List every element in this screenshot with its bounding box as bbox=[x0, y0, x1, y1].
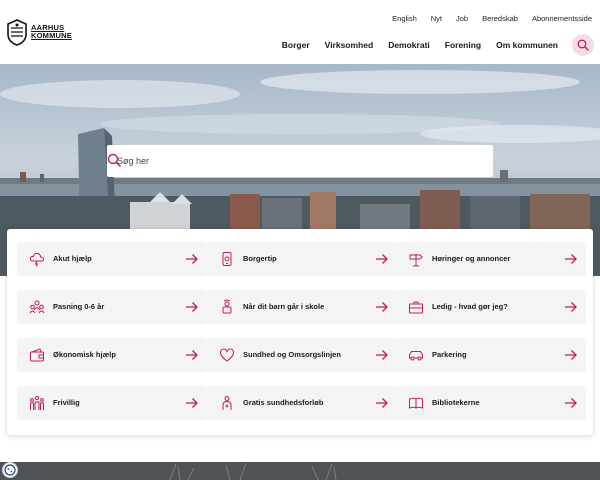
quick-link-sundhed[interactable]: Sundhed og Omsorgslinjen bbox=[207, 338, 397, 372]
cookie-settings-button[interactable] bbox=[2, 462, 18, 478]
quick-link-label: Frivillig bbox=[53, 398, 80, 407]
quick-link-frivillig[interactable]: Frivillig bbox=[17, 386, 207, 420]
quick-link-hoeringer[interactable]: Høringer og annoncer bbox=[396, 242, 586, 276]
quick-link-label: Bibliotekerne bbox=[432, 398, 480, 407]
arrow-right-icon bbox=[376, 302, 388, 312]
quick-link-label: Høringer og annoncer bbox=[432, 254, 511, 263]
school-icon bbox=[222, 299, 232, 314]
quick-link-label: Økonomisk hjælp bbox=[53, 350, 116, 359]
arrow-right-icon bbox=[565, 398, 577, 408]
arrow-right-icon bbox=[186, 302, 198, 312]
util-link-english[interactable]: English bbox=[392, 14, 417, 23]
quick-link-gratis-sundhedsforloeb[interactable]: Gratis sundhedsforløb bbox=[207, 386, 397, 420]
signpost-icon bbox=[409, 254, 423, 267]
next-section-image bbox=[0, 462, 600, 480]
quick-link-label: Borgertip bbox=[243, 254, 277, 263]
quick-link-label: Når dit barn går i skole bbox=[243, 302, 325, 311]
aarhus-kommune-logo[interactable]: AARHUS KOMMUNE bbox=[6, 18, 72, 46]
main-nav: Borger Virksomhed Demokrati Forening Om … bbox=[267, 40, 558, 50]
quick-link-skole[interactable]: Når dit barn går i skole bbox=[207, 290, 397, 324]
quick-link-bibliotekerne[interactable]: Bibliotekerne bbox=[396, 386, 586, 420]
arrow-right-icon bbox=[186, 350, 198, 360]
storm-cloud-icon bbox=[29, 252, 45, 267]
grass-decoration-image bbox=[169, 462, 337, 480]
car-icon bbox=[409, 351, 423, 361]
nav-borger[interactable]: Borger bbox=[282, 40, 310, 50]
quick-link-pasning[interactable]: Pasning 0-6 år bbox=[17, 290, 207, 324]
arrow-right-icon bbox=[376, 350, 388, 360]
quick-link-label: Akut hjælp bbox=[53, 254, 92, 263]
wallet-icon bbox=[30, 348, 44, 362]
util-link-beredskab[interactable]: Beredskab bbox=[482, 14, 518, 23]
group-icon bbox=[29, 300, 45, 314]
header-search-button[interactable] bbox=[572, 34, 594, 56]
quick-link-label: Pasning 0-6 år bbox=[53, 302, 105, 311]
book-icon bbox=[409, 397, 423, 409]
quick-link-label: Gratis sundhedsforløb bbox=[243, 398, 324, 407]
quick-link-label: Ledig - hvad gør jeg? bbox=[432, 302, 508, 311]
hero-search-box bbox=[107, 145, 493, 177]
heart-icon bbox=[219, 348, 235, 362]
util-link-nyt[interactable]: Nyt bbox=[431, 14, 442, 23]
quick-link-parkering[interactable]: Parkering bbox=[396, 338, 586, 372]
phone-icon bbox=[222, 252, 232, 266]
site-header: AARHUS KOMMUNE English Nyt Job Beredskab… bbox=[0, 0, 600, 64]
nav-virksomhed[interactable]: Virksomhed bbox=[325, 40, 374, 50]
health-course-icon bbox=[222, 396, 232, 410]
quick-link-ledig[interactable]: Ledig - hvad gør jeg? bbox=[396, 290, 586, 324]
arrow-right-icon bbox=[186, 254, 198, 264]
utility-nav: English Nyt Job Beredskab Abonnementssid… bbox=[378, 14, 592, 23]
arrow-right-icon bbox=[376, 254, 388, 264]
nav-om-kommunen[interactable]: Om kommunen bbox=[496, 40, 558, 50]
quick-link-oekonomisk-hjaelp[interactable]: Økonomisk hjælp bbox=[17, 338, 207, 372]
quick-links-card: Akut hjælp Borgertip Høringer og annonce… bbox=[7, 229, 593, 435]
search-icon[interactable] bbox=[107, 153, 121, 167]
arrow-right-icon bbox=[565, 254, 577, 264]
nav-demokrati[interactable]: Demokrati bbox=[388, 40, 430, 50]
util-link-job[interactable]: Job bbox=[456, 14, 468, 23]
hero-search-input[interactable] bbox=[117, 156, 447, 166]
logo-line-2: KOMMUNE bbox=[31, 31, 72, 40]
arrow-right-icon bbox=[565, 302, 577, 312]
arrow-right-icon bbox=[186, 398, 198, 408]
arrow-right-icon bbox=[376, 398, 388, 408]
quick-link-akut-hjaelp[interactable]: Akut hjælp bbox=[17, 242, 207, 276]
quick-link-label: Sundhed og Omsorgslinjen bbox=[243, 350, 341, 359]
coat-of-arms-icon bbox=[7, 19, 27, 46]
util-link-abonnementsside[interactable]: Abonnementsside bbox=[532, 14, 592, 23]
briefcase-icon bbox=[409, 301, 423, 314]
nav-forening[interactable]: Forening bbox=[445, 40, 481, 50]
search-icon bbox=[577, 39, 589, 51]
quick-link-label: Parkering bbox=[432, 350, 467, 359]
arrow-right-icon bbox=[565, 350, 577, 360]
cookie-icon bbox=[4, 464, 16, 476]
quick-link-borgertip[interactable]: Borgertip bbox=[207, 242, 397, 276]
volunteers-icon bbox=[30, 395, 44, 410]
